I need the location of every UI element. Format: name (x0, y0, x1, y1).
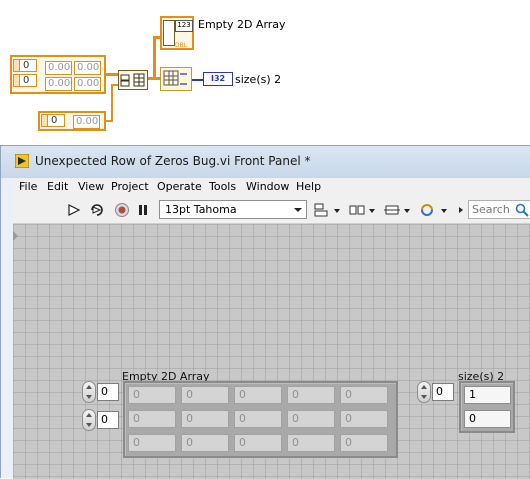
array-cell[interactable]: 0 (234, 386, 282, 404)
row-index-input[interactable]: 0 (97, 383, 119, 401)
array-constant-1d-index[interactable]: 0 (47, 114, 65, 127)
menu-project[interactable]: Project (111, 180, 149, 193)
run-continuously-icon[interactable] (89, 202, 105, 218)
size-index-input[interactable]: 0 (432, 383, 454, 401)
indicator-index (163, 20, 175, 46)
front-panel-canvas[interactable]: Empty 2D Array 0 0 0 0 0 0 0 0 0 0 0 0 0… (13, 224, 530, 479)
window-title: Unexpected Row of Zeros Bug.vi Front Pan… (35, 154, 311, 168)
array-cell[interactable]: 0 (181, 386, 229, 404)
array-cell[interactable]: 0 (287, 386, 335, 404)
array-cell[interactable]: 0 (128, 386, 176, 404)
menu-bar: File Edit View Project Operate Tools Win… (13, 178, 530, 197)
menu-operate[interactable]: Operate (157, 180, 202, 193)
array-constant-index-row[interactable]: 0 (19, 59, 37, 72)
menu-file[interactable]: File (19, 180, 37, 193)
size-indicator-label: size(s) 2 (235, 73, 282, 86)
menu-edit[interactable]: Edit (47, 180, 68, 193)
wire (153, 36, 156, 79)
size-index-spinner[interactable] (417, 381, 431, 403)
array-cell[interactable]: 0 (340, 410, 388, 428)
resize-objects-icon[interactable] (383, 202, 411, 218)
array-constant-1d-cell[interactable]: 0.00 (73, 115, 100, 129)
array-frame: 0 0 0 0 0 0 0 0 0 0 0 0 0 0 0 (123, 381, 398, 458)
toolbar-overflow-icon[interactable] (457, 202, 465, 218)
size-indicator-type: I32 (211, 74, 226, 83)
menu-tools[interactable]: Tools (209, 180, 236, 193)
wire (106, 73, 118, 76)
search-icon[interactable] (515, 203, 529, 217)
align-objects-icon[interactable] (313, 202, 341, 218)
indicator-numeric: 123 (175, 20, 193, 32)
search-placeholder: Search (472, 203, 510, 216)
array-size-node[interactable] (160, 67, 192, 91)
font-dropdown-value: 13pt Tahoma (165, 203, 237, 216)
pause-icon[interactable] (136, 202, 150, 218)
array-constant-cell[interactable]: 0.00 (74, 77, 101, 91)
toolbar: 13pt Tahoma Search (13, 197, 530, 224)
distribute-objects-icon[interactable] (348, 202, 376, 218)
block-diagram: 0 0 0.00 0.00 0.00 0.00 0 0.00 123 DBL E… (0, 0, 530, 140)
array-constant-index-col[interactable]: 0 (19, 74, 37, 87)
array-cell[interactable]: 0 (340, 386, 388, 404)
row-index-spinner[interactable] (82, 381, 96, 403)
array-cell[interactable]: 0 (234, 410, 282, 428)
front-panel-window: Unexpected Row of Zeros Bug.vi Front Pan… (0, 145, 530, 479)
menu-view[interactable]: View (78, 180, 104, 193)
reorder-icon[interactable] (419, 202, 449, 218)
run-arrow-icon[interactable] (67, 202, 81, 218)
menu-window[interactable]: Window (246, 180, 289, 193)
array-cell[interactable]: 0 (287, 410, 335, 428)
size-value-cell: 0 (464, 410, 511, 428)
array-cell[interactable]: 0 (234, 434, 282, 452)
size-indicator-terminal[interactable]: I32 (203, 72, 233, 86)
column-index-input[interactable]: 0 (97, 411, 119, 429)
column-index-spinner[interactable] (82, 409, 96, 431)
array-cell[interactable]: 0 (128, 434, 176, 452)
labview-vi-icon (15, 154, 29, 168)
chevron-down-icon (294, 208, 302, 212)
font-dropdown[interactable]: 13pt Tahoma (159, 200, 307, 219)
array-cell[interactable]: 0 (287, 434, 335, 452)
array-cell[interactable]: 0 (128, 410, 176, 428)
array-cell[interactable]: 0 (181, 410, 229, 428)
size-array-frame: 1 0 (459, 381, 515, 433)
indicator-label: Empty 2D Array (198, 18, 286, 31)
indicator-type: DBL (175, 42, 188, 49)
wire (111, 84, 113, 122)
array-cell[interactable]: 0 (340, 434, 388, 452)
array-constant-cell[interactable]: 0.00 (74, 61, 101, 75)
abort-icon[interactable] (114, 202, 130, 218)
menu-help[interactable]: Help (296, 180, 321, 193)
origin-marker-icon (13, 231, 18, 241)
title-bar[interactable]: Unexpected Row of Zeros Bug.vi Front Pan… (1, 146, 530, 178)
array-cell[interactable]: 0 (181, 434, 229, 452)
array-constant-cell[interactable]: 0.00 (45, 61, 72, 75)
array-constant-cell[interactable]: 0.00 (45, 77, 72, 91)
build-array-node[interactable] (118, 70, 148, 90)
size-value-cell: 1 (464, 386, 511, 404)
